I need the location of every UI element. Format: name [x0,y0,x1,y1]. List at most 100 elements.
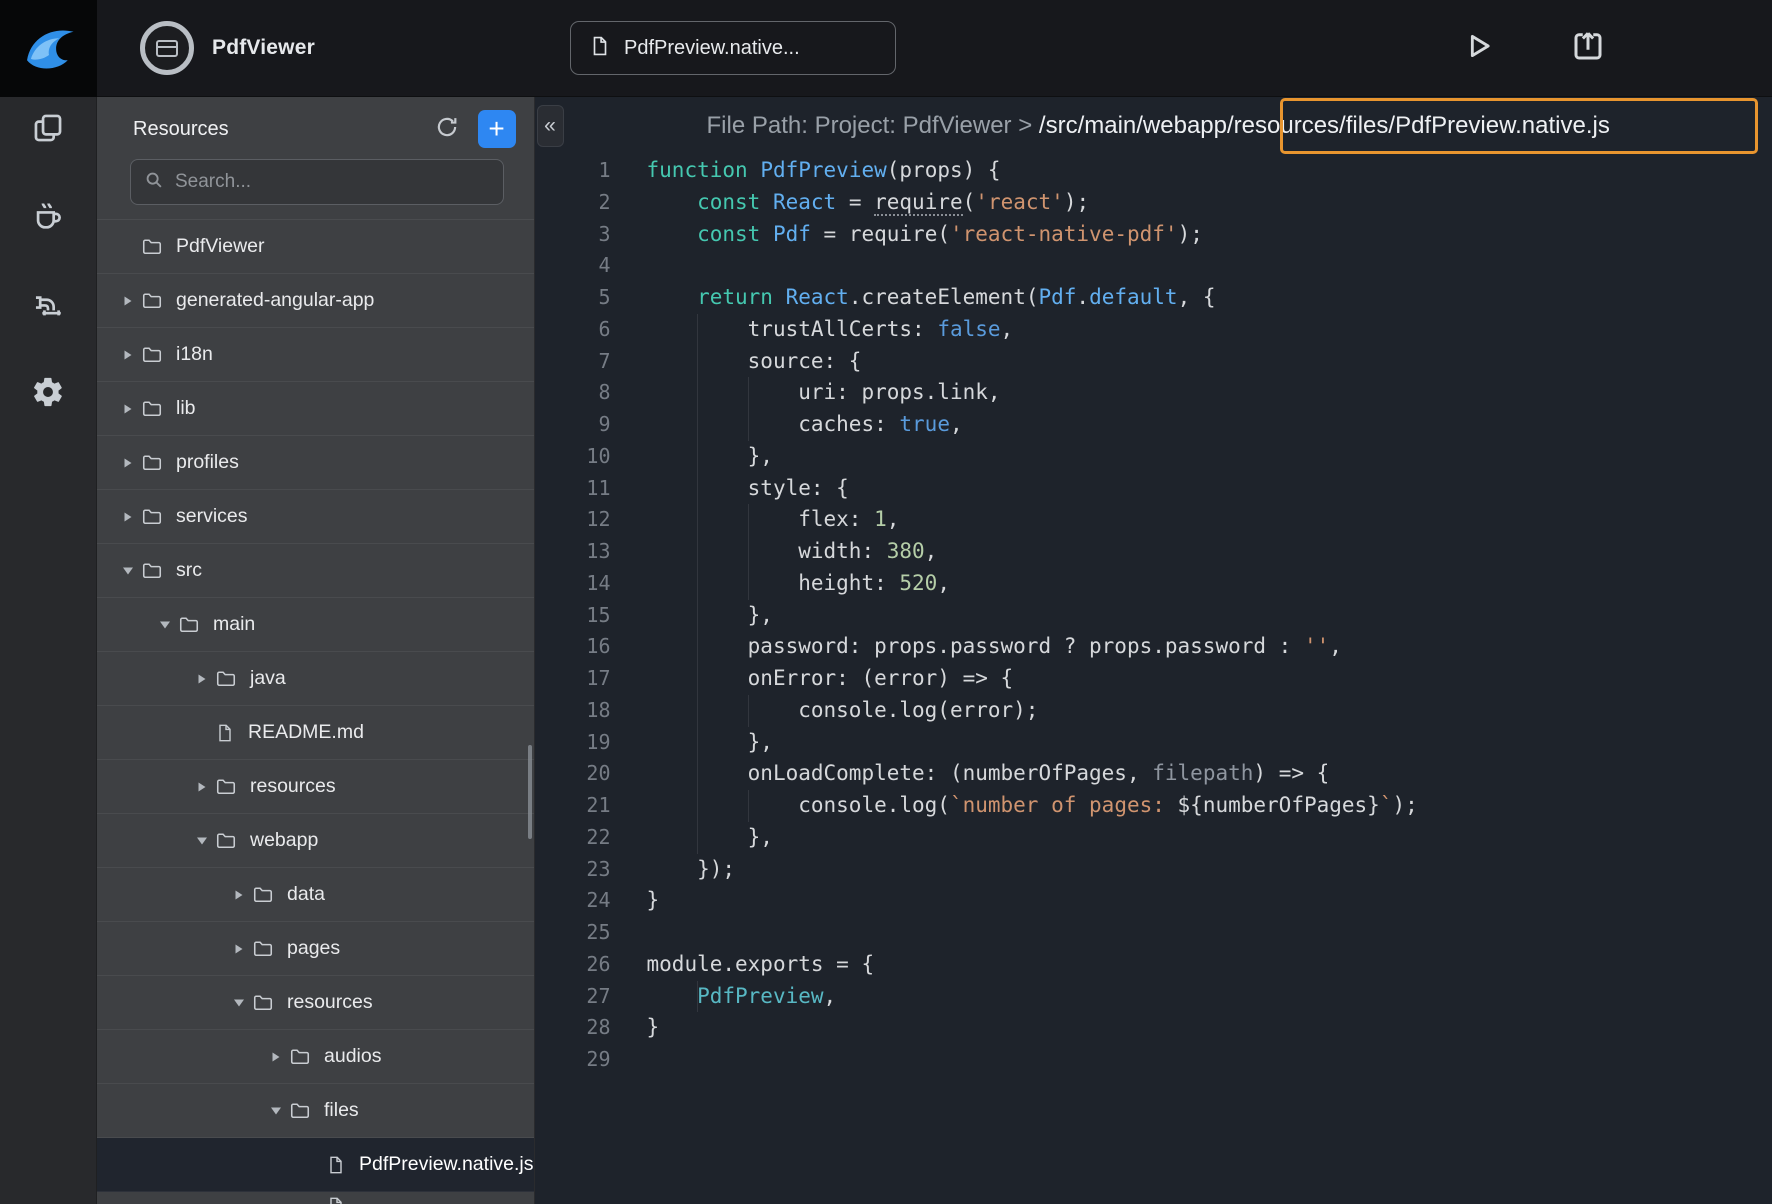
tree-folder-row[interactable]: data [97,868,534,922]
tree-folder-row[interactable]: lib [97,382,534,436]
chevron-right-icon[interactable] [115,403,141,415]
code-text[interactable]: } [611,1012,660,1044]
tree-folder-row[interactable]: pages [97,922,534,976]
tree-folder-row[interactable]: i18n [97,328,534,382]
code-line[interactable]: 22 }, [535,822,1772,854]
code-line[interactable]: 10 }, [535,441,1772,473]
code-line[interactable]: 14 height: 520, [535,568,1772,600]
tree-folder-row[interactable]: generated-angular-app [97,274,534,328]
code-text[interactable]: source: { [611,346,862,378]
tree-folder-row[interactable]: PdfViewer [97,220,534,274]
code-text[interactable]: height: 520, [611,568,950,600]
code-text[interactable]: return React.createElement(Pdf.default, … [611,282,1216,314]
code-line[interactable]: 25 [535,917,1772,949]
code-text[interactable]: PdfPreview, [611,981,837,1013]
tree-folder-row[interactable]: webapp [97,814,534,868]
tree-folder-row[interactable]: java [97,652,534,706]
code-text[interactable]: function PdfPreview(props) { [611,155,1001,187]
tree-file-row[interactable]: README.md [97,706,534,760]
code-text[interactable]: }, [611,822,773,854]
code-text[interactable]: width: 380, [611,536,938,568]
code-line[interactable]: 20 onLoadComplete: (numberOfPages, filep… [535,758,1772,790]
code-line[interactable]: 28} [535,1012,1772,1044]
code-text[interactable]: console.log(error); [611,695,1039,727]
brand-logo[interactable] [0,0,97,97]
export-button[interactable] [1568,28,1608,68]
code-line[interactable]: 1function PdfPreview(props) { [535,155,1772,187]
code-line[interactable]: 29 [535,1044,1772,1076]
settings-button[interactable] [29,375,67,413]
code-line[interactable]: 9 caches: true, [535,409,1772,441]
chevron-right-icon[interactable] [189,781,215,793]
search-input[interactable] [175,171,491,193]
code-line[interactable]: 16 password: props.password ? props.pass… [535,631,1772,663]
tree-folder-row[interactable]: resources [97,760,534,814]
code-text[interactable]: }, [611,600,773,632]
chevron-right-icon[interactable] [115,349,141,361]
code-line[interactable]: 27 PdfPreview, [535,981,1772,1013]
chevron-down-icon[interactable] [226,998,252,1008]
chevron-down-icon[interactable] [152,620,178,630]
run-button[interactable] [1458,28,1498,68]
code-line[interactable]: 5 return React.createElement(Pdf.default… [535,282,1772,314]
chevron-right-icon[interactable] [115,511,141,523]
code-line[interactable]: 4 [535,250,1772,282]
chevron-down-icon[interactable] [263,1106,289,1116]
chevron-right-icon[interactable] [226,889,252,901]
code-text[interactable]: module.exports = { [611,949,875,981]
code-line[interactable]: 8 uri: props.link, [535,377,1772,409]
tree-folder-row[interactable]: profiles [97,436,534,490]
code-text[interactable]: }, [611,441,773,473]
code-text[interactable]: uri: props.link, [611,377,1001,409]
code-text[interactable]: trustAllCerts: false, [611,314,1014,346]
chevron-down-icon[interactable] [115,566,141,576]
code-line[interactable]: 24} [535,885,1772,917]
add-resource-button[interactable]: + [478,110,516,148]
open-file-tab[interactable]: PdfPreview.native... [570,21,896,75]
code-line[interactable]: 3 const Pdf = require('react-native-pdf'… [535,219,1772,251]
panel-scrollbar-thumb[interactable] [528,745,532,839]
code-text[interactable]: const Pdf = require('react-native-pdf'); [611,219,1203,251]
code-line[interactable]: 17 onError: (error) => { [535,663,1772,695]
code-line[interactable]: 21 console.log(`number of pages: ${numbe… [535,790,1772,822]
code-line[interactable]: 11 style: { [535,473,1772,505]
code-text[interactable]: password: props.password ? props.passwor… [611,631,1342,663]
chevron-down-icon[interactable] [189,836,215,846]
code-text[interactable]: flex: 1, [611,504,900,536]
chevron-right-icon[interactable] [189,673,215,685]
code-text[interactable] [611,1044,647,1076]
java-services-button[interactable] [29,199,67,237]
code-text[interactable]: }); [611,854,736,886]
code-line[interactable]: 6 trustAllCerts: false, [535,314,1772,346]
chevron-right-icon[interactable] [226,943,252,955]
code-line[interactable]: 15 }, [535,600,1772,632]
refresh-button[interactable] [430,112,464,146]
code-line[interactable]: 12 flex: 1, [535,504,1772,536]
code-text[interactable] [611,917,647,949]
integrations-button[interactable] [29,287,67,325]
code-text[interactable]: caches: true, [611,409,963,441]
code-text[interactable]: onLoadComplete: (numberOfPages, filepath… [611,758,1330,790]
chevron-right-icon[interactable] [263,1051,289,1063]
code-line[interactable]: 13 width: 380, [535,536,1772,568]
code-line[interactable]: 2 const React = require('react'); [535,187,1772,219]
code-text[interactable]: const React = require('react'); [611,187,1090,219]
tree-folder-row[interactable]: files [97,1084,534,1138]
tree-folder-row[interactable]: services [97,490,534,544]
pages-copy-button[interactable] [29,111,67,149]
code-line[interactable]: 23 }); [535,854,1772,886]
code-text[interactable]: console.log(`number of pages: ${numberOf… [611,790,1418,822]
code-text[interactable]: onError: (error) => { [611,663,1014,695]
tree-file-row[interactable] [97,1192,534,1204]
code-text[interactable]: }, [611,727,773,759]
code-line[interactable]: 18 console.log(error); [535,695,1772,727]
code-text[interactable]: } [611,885,660,917]
tree-folder-row[interactable]: main [97,598,534,652]
collapse-panel-button[interactable]: « [537,105,564,147]
code-text[interactable] [611,250,647,282]
tree-folder-row[interactable]: resources [97,976,534,1030]
code-text[interactable]: style: { [611,473,849,505]
tree-file-row[interactable]: PdfPreview.native.js [97,1138,534,1192]
tree-folder-row[interactable]: src [97,544,534,598]
chevron-right-icon[interactable] [115,457,141,469]
